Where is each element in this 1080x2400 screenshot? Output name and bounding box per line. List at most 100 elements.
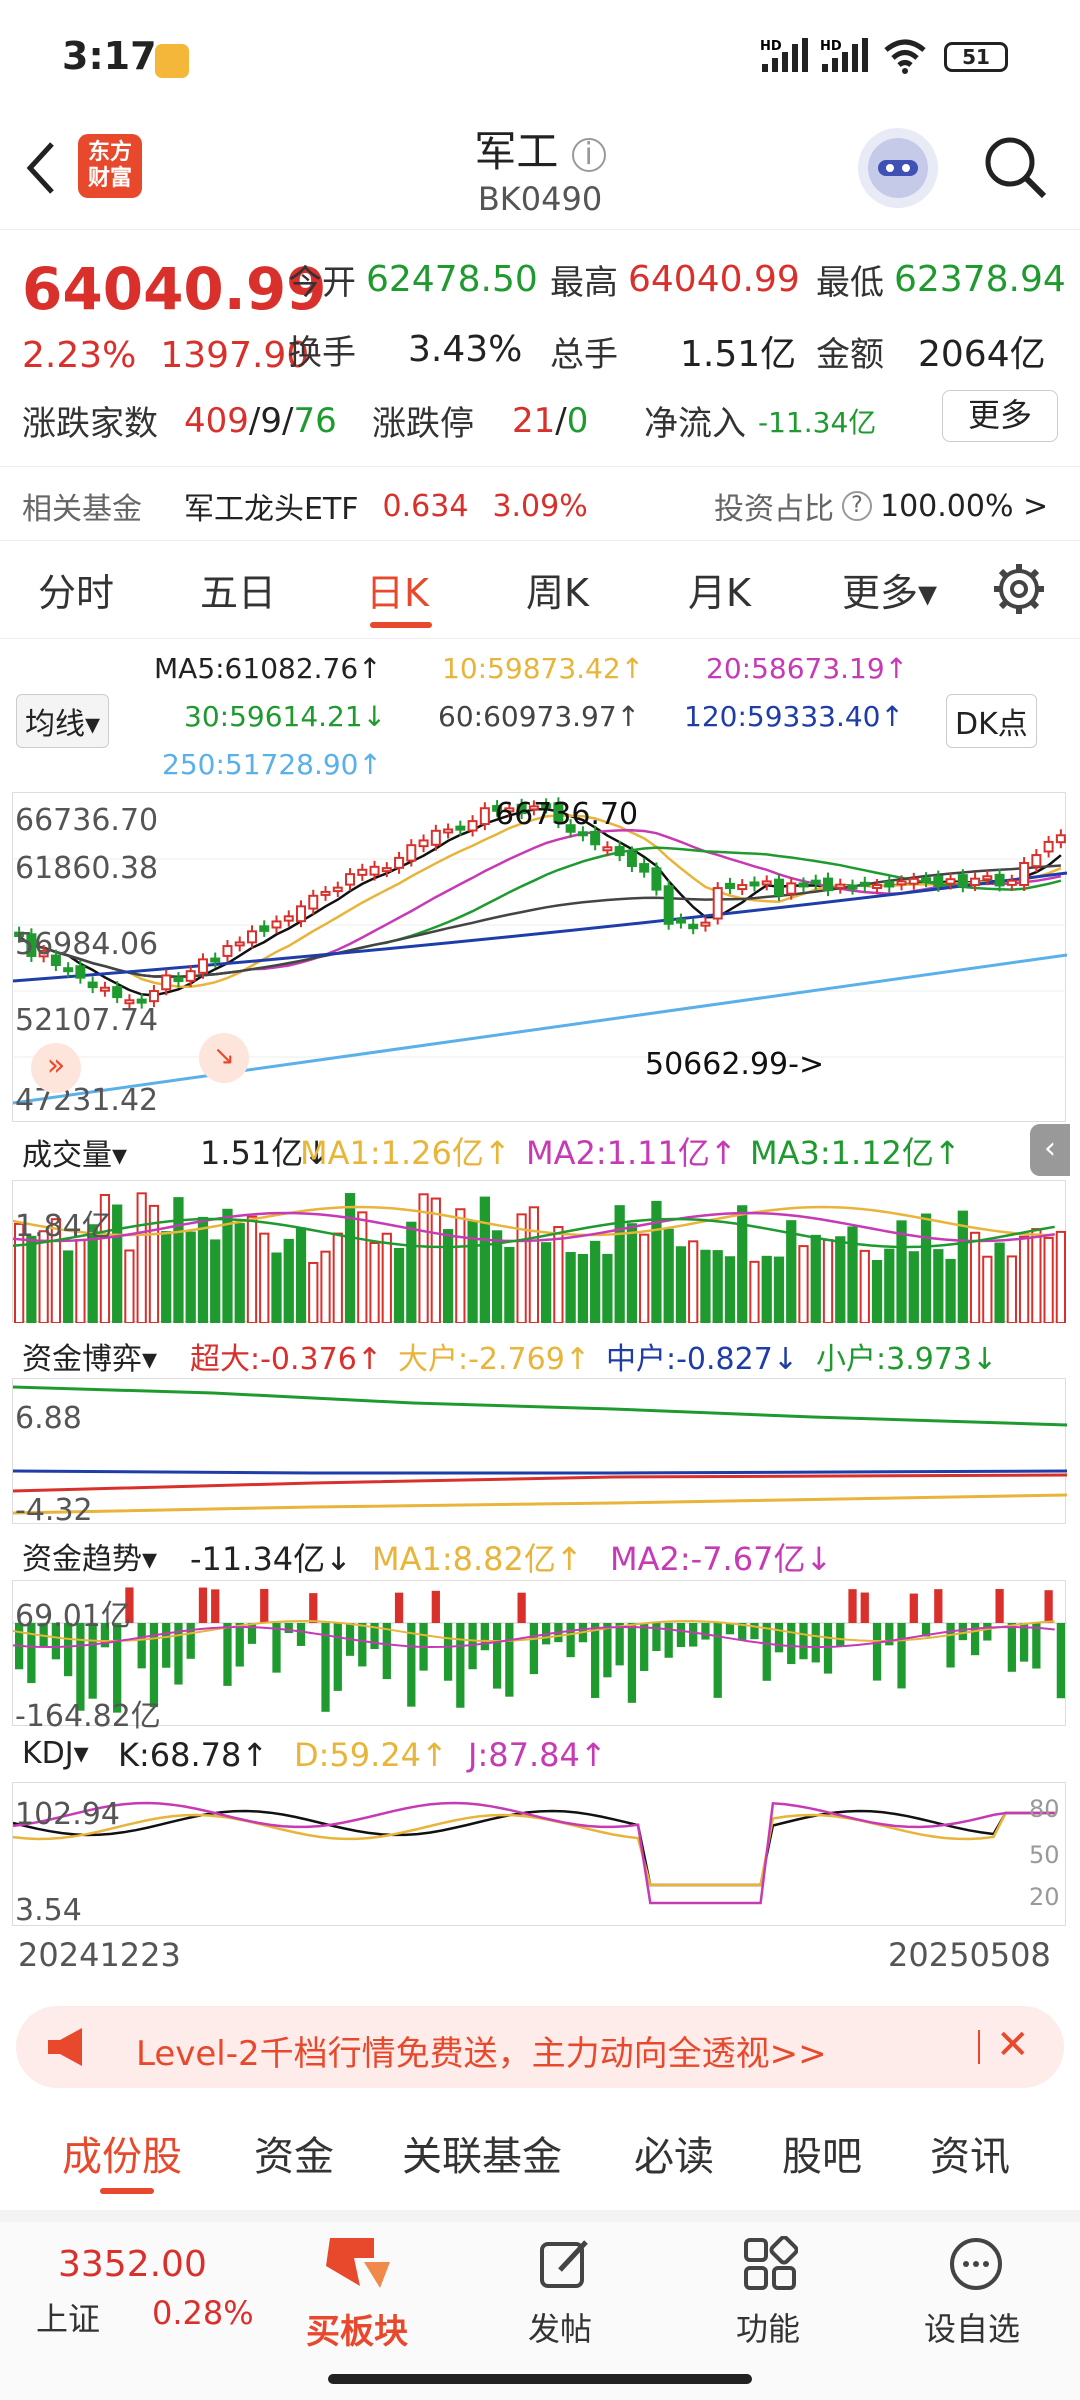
candle-body xyxy=(823,877,834,892)
volume-bar xyxy=(1018,1235,1030,1324)
tab-must-read[interactable]: 必读 xyxy=(634,2124,714,2182)
search-icon[interactable] xyxy=(980,132,1050,206)
dk-point-button[interactable]: DK点 xyxy=(946,694,1037,748)
tab-forum[interactable]: 股吧 xyxy=(782,2124,862,2182)
candle-body xyxy=(308,894,319,910)
tab-news[interactable]: 资讯 xyxy=(930,2124,1010,2182)
kline-axis-3: 56984.06 xyxy=(15,927,159,962)
trend-bar xyxy=(591,1623,600,1698)
watchlist-label[interactable]: 设自选 xyxy=(924,2304,1020,2350)
tab-weekly-k[interactable]: 周K xyxy=(526,562,589,617)
ma-selector[interactable]: 均线▾ xyxy=(16,694,110,748)
candle-body xyxy=(443,828,454,834)
volume-bar xyxy=(859,1249,870,1324)
bottom-tab-bar: 成份股 资金 关联基金 必读 股吧 资讯 xyxy=(0,2112,1080,2202)
more-button[interactable]: 更多 xyxy=(942,390,1058,442)
capital-game-selector[interactable]: 资金博弈▾ xyxy=(14,1330,166,1382)
info-icon[interactable]: i xyxy=(571,137,606,172)
tab-more[interactable]: 更多▾ xyxy=(842,562,937,617)
home-indicator xyxy=(328,2374,752,2384)
kdj-axis-bottom: 3.54 xyxy=(15,1893,82,1928)
status-bar: 3:17 HD HD 51 xyxy=(0,0,1080,110)
add-watchlist-icon[interactable] xyxy=(948,2236,1004,2296)
tab-intraday[interactable]: 分时 xyxy=(38,562,114,617)
help-icon[interactable]: ? xyxy=(842,491,872,521)
candle-body xyxy=(896,880,907,886)
volume-selector[interactable]: 成交量▾ xyxy=(14,1126,136,1178)
edit-post-icon[interactable] xyxy=(538,2236,594,2296)
volume-bar xyxy=(295,1227,307,1324)
trend-bar xyxy=(223,1623,232,1686)
volume-bar xyxy=(773,1256,785,1324)
volume-bar xyxy=(479,1196,490,1325)
tab-daily-k[interactable]: 日K xyxy=(366,562,429,617)
promo-banner[interactable]: Level-2千档行情免费送，主力动向全透视>> ✕ xyxy=(16,2006,1064,2088)
low-label: 最低 xyxy=(816,263,884,303)
candle-body xyxy=(590,830,601,846)
resize-icon[interactable]: ↘ xyxy=(199,1033,249,1083)
tab-monthly-k[interactable]: 月K xyxy=(688,562,751,617)
volume-bar xyxy=(222,1208,233,1324)
function-label[interactable]: 功能 xyxy=(736,2304,800,2350)
kline-svg xyxy=(12,797,1068,1105)
ma250-label: 250:51728.90↑ xyxy=(162,748,382,781)
sep: / xyxy=(555,400,567,441)
tab-capital[interactable]: 资金 xyxy=(254,2124,334,2182)
volume-chart: 1.84亿 xyxy=(12,1180,1066,1325)
tab-constituents[interactable]: 成份股 xyxy=(62,2124,182,2182)
divider xyxy=(0,540,1080,541)
candle-body xyxy=(1043,840,1054,853)
trend-bar xyxy=(235,1623,244,1667)
trend-bar xyxy=(431,1590,440,1623)
date-start: 20241223 xyxy=(18,1936,181,1974)
investment-ratio[interactable]: 投资占比 ? 100.00% > xyxy=(714,484,1048,528)
index-value[interactable]: 3352.00 xyxy=(58,2244,207,2285)
volume-bar xyxy=(75,1238,86,1324)
volume-bar xyxy=(822,1239,834,1325)
expand-icon[interactable]: » xyxy=(31,1043,81,1093)
robot-assistant-icon[interactable] xyxy=(858,128,938,208)
buy-sector-icon[interactable] xyxy=(320,2232,396,2296)
trend-bar xyxy=(382,1623,391,1680)
volume-bar xyxy=(308,1261,319,1324)
settings-gear-icon[interactable] xyxy=(992,562,1046,620)
capital-mid: 中户:-0.827↓ xyxy=(606,1342,798,1377)
candle-body xyxy=(197,958,208,974)
function-grid-icon[interactable] xyxy=(742,2235,799,2296)
ma60-label: 60:60973.97↑ xyxy=(438,700,641,733)
volume-bar xyxy=(553,1226,564,1324)
close-icon[interactable]: ✕ xyxy=(996,2022,1030,2068)
candle-body xyxy=(467,820,478,832)
ma5-label: MA5:61082.76↑ xyxy=(154,652,382,685)
volume-stat: 总手 1.51亿 xyxy=(550,325,796,377)
candle-body xyxy=(87,981,98,989)
candle-body xyxy=(970,877,981,887)
volume-bar xyxy=(724,1256,736,1324)
tab-related-funds[interactable]: 关联基金 xyxy=(402,2124,562,2182)
kline-chart[interactable]: 66736.70 61860.38 56984.06 52107.74 4723… xyxy=(12,792,1068,1122)
trend-bar xyxy=(309,1593,318,1623)
dk-label: DK点 xyxy=(955,707,1028,742)
trend-bar xyxy=(909,1593,918,1623)
volume-bar xyxy=(246,1215,258,1325)
kdj-selector[interactable]: KDJ▾ xyxy=(14,1732,97,1775)
buy-sector-label[interactable]: 买板块 xyxy=(306,2304,408,2353)
trend-bar xyxy=(296,1623,306,1646)
kline-axis-top: 66736.70 xyxy=(15,803,159,838)
open-label: 今开 xyxy=(288,263,356,303)
volume-bar xyxy=(63,1250,74,1324)
collapse-arrow-icon[interactable]: ‹ xyxy=(1030,1124,1070,1176)
trend-bar xyxy=(860,1592,869,1623)
trend-bar xyxy=(162,1623,171,1668)
capital-trend-selector[interactable]: 资金趋势▾ xyxy=(14,1530,166,1582)
volume-bar xyxy=(112,1204,123,1324)
related-fund-row[interactable]: 相关基金 军工龙头ETF 0.634 3.09% xyxy=(22,484,588,528)
candle-body xyxy=(222,945,233,957)
tab-five-day[interactable]: 五日 xyxy=(200,562,276,617)
tab-underline xyxy=(100,2188,154,2194)
volume-bar xyxy=(136,1192,147,1325)
post-label[interactable]: 发帖 xyxy=(528,2304,592,2350)
candle-body xyxy=(994,873,1005,887)
candle-body xyxy=(173,977,184,983)
volume-bar xyxy=(577,1253,589,1324)
